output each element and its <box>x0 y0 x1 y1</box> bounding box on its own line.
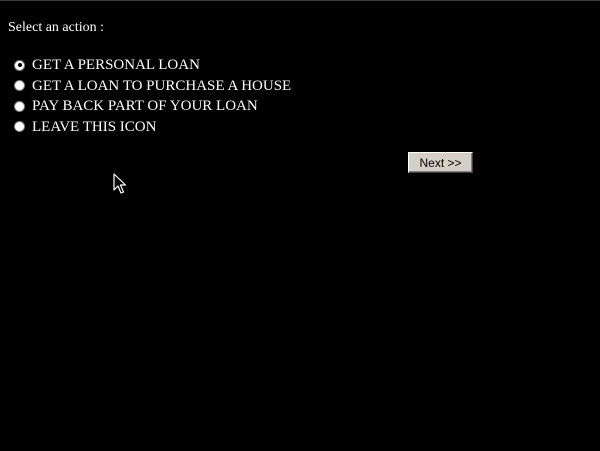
next-button[interactable]: Next >> <box>408 152 473 173</box>
radio-pay-back-loan[interactable] <box>14 100 25 112</box>
arrow-cursor-icon <box>113 173 127 194</box>
option-personal-loan[interactable]: GET A PERSONAL LOAN <box>14 55 291 76</box>
option-leave-icon[interactable]: LEAVE THIS ICON <box>14 117 291 138</box>
action-screen: Select an action : GET A PERSONAL LOAN G… <box>0 0 600 451</box>
radio-personal-loan[interactable] <box>14 59 25 71</box>
option-label: GET A PERSONAL LOAN <box>32 57 200 74</box>
option-pay-back-loan[interactable]: PAY BACK PART OF YOUR LOAN <box>14 96 291 117</box>
option-label: GET A LOAN TO PURCHASE A HOUSE <box>32 77 292 94</box>
option-house-loan[interactable]: GET A LOAN TO PURCHASE A HOUSE <box>14 76 291 97</box>
option-label: PAY BACK PART OF YOUR LOAN <box>32 98 258 115</box>
radio-house-loan[interactable] <box>14 80 25 92</box>
radio-leave-icon[interactable] <box>14 121 25 133</box>
action-prompt: Select an action : <box>8 20 105 35</box>
option-label: LEAVE THIS ICON <box>32 118 157 135</box>
action-options: GET A PERSONAL LOAN GET A LOAN TO PURCHA… <box>14 55 291 137</box>
